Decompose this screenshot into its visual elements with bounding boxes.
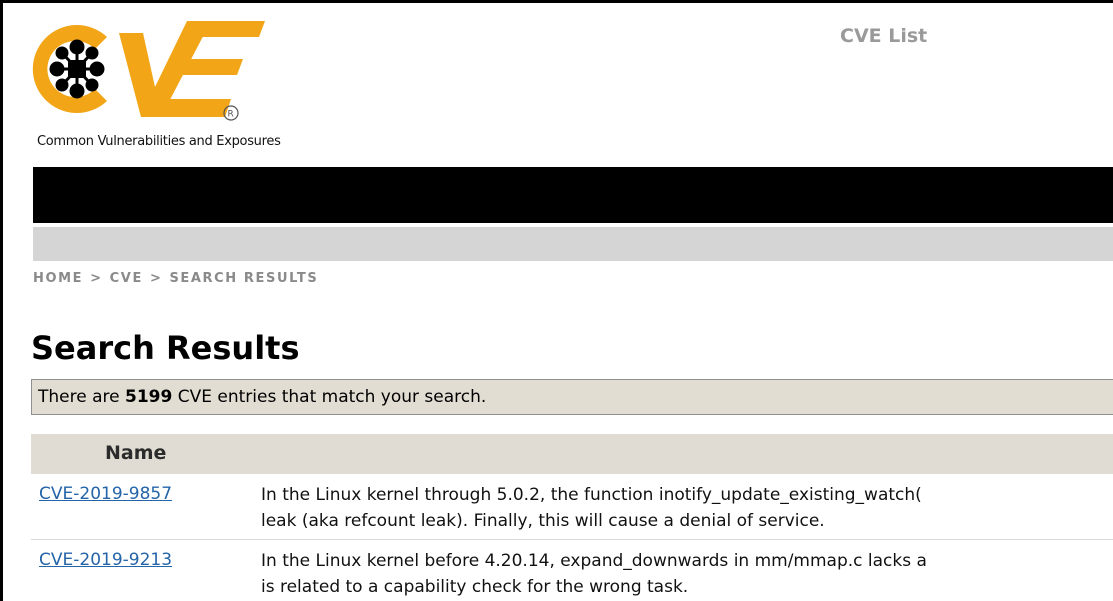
secondary-nav-bar — [33, 227, 1113, 261]
table-row: CVE-2019-9213 In the Linux kernel before… — [31, 540, 1113, 601]
notice-prefix: There are — [38, 387, 125, 407]
description-line: In the Linux kernel before 4.20.14, expa… — [261, 551, 927, 571]
results-count: 5199 — [125, 387, 173, 407]
cve-logo[interactable]: R — [31, 15, 271, 125]
cve-description: In the Linux kernel through 5.0.2, the f… — [261, 482, 1113, 534]
cve-logo-graphic: R — [32, 21, 265, 121]
table-header-row: Name — [31, 434, 1113, 474]
description-line: leak (aka refcount leak). Finally, this … — [261, 511, 825, 531]
svg-text:R: R — [228, 110, 234, 120]
breadcrumb-separator: > — [149, 271, 163, 286]
breadcrumb-cve[interactable]: CVE — [110, 271, 143, 286]
column-header-name: Name — [105, 442, 167, 464]
breadcrumb: HOME > CVE > SEARCH RESULTS — [33, 271, 318, 286]
description-line: In the Linux kernel through 5.0.2, the f… — [261, 485, 922, 505]
results-table: Name CVE-2019-9857 In the Linux kernel t… — [31, 434, 1113, 601]
table-row: CVE-2019-9857 In the Linux kernel throug… — [31, 474, 1113, 540]
cve-id-link[interactable]: CVE-2019-9213 — [39, 550, 172, 570]
page-frame: R Common Vulnerabilities and Exposures C… — [0, 0, 1113, 601]
breadcrumb-home[interactable]: HOME — [33, 271, 83, 286]
breadcrumb-current: SEARCH RESULTS — [169, 271, 319, 286]
description-line: is related to a capability check for the… — [261, 577, 689, 597]
cve-description: In the Linux kernel before 4.20.14, expa… — [261, 548, 1113, 600]
notice-suffix: CVE entries that match your search. — [172, 387, 487, 407]
cve-id-link[interactable]: CVE-2019-9857 — [39, 484, 172, 504]
results-count-notice: There are 5199 CVE entries that match yo… — [31, 379, 1113, 415]
breadcrumb-separator: > — [90, 271, 103, 286]
page-title: Search Results — [31, 329, 300, 367]
site-header: R Common Vulnerabilities and Exposures C… — [3, 3, 1113, 168]
primary-nav-bar — [33, 167, 1113, 223]
site-title: CVE List — [840, 25, 928, 47]
logo-tagline: Common Vulnerabilities and Exposures — [37, 134, 281, 149]
